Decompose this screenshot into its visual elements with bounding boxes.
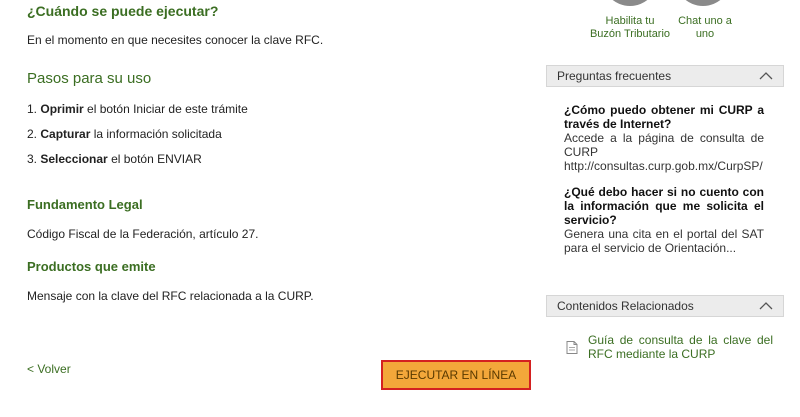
step-item: 2. Capturar la información solicitada	[27, 127, 248, 152]
chat-label-line2: uno	[695, 28, 715, 40]
related-link[interactable]: Guía de consulta de la clave del RFC med…	[588, 333, 773, 361]
chat-link[interactable]: Chat uno a uno	[660, 15, 750, 41]
related-panel-header[interactable]: Contenidos Relacionados	[546, 295, 784, 317]
document-icon	[566, 341, 578, 354]
step-action: Oprimir	[40, 102, 84, 116]
when-title: ¿Cuándo se puede ejecutar?	[27, 3, 219, 19]
faq-panel-header[interactable]: Preguntas frecuentes	[546, 65, 784, 87]
faq-question[interactable]: ¿Cómo puedo obtener mi CURP a través de …	[564, 103, 764, 131]
step-number: 1.	[27, 102, 38, 116]
back-link[interactable]: < Volver	[27, 362, 71, 376]
faq-question[interactable]: ¿Qué debo hacer si no cuento con la info…	[564, 185, 764, 227]
step-text: el botón Iniciar de este trámite	[83, 102, 248, 116]
step-item: 3. Seleccionar el botón ENVIAR	[27, 152, 248, 177]
legal-text: Código Fiscal de la Federación, artículo…	[27, 227, 259, 241]
faq-answer: Genera una cita en el portal del SAT par…	[564, 227, 764, 255]
steps-title: Pasos para su uso	[27, 70, 152, 87]
step-number: 3.	[27, 152, 38, 166]
when-text: En el momento en que necesites conocer l…	[27, 33, 324, 47]
products-text: Mensaje con la clave del RFC relacionada…	[27, 289, 314, 303]
step-text: el botón ENVIAR	[107, 152, 202, 166]
chat-label-line1: Chat uno a	[678, 15, 732, 27]
legal-title: Fundamento Legal	[27, 197, 143, 212]
related-panel-title: Contenidos Relacionados	[557, 299, 694, 313]
faq-panel-title: Preguntas frecuentes	[557, 69, 672, 83]
step-item: 1. Oprimir el botón Iniciar de este trám…	[27, 102, 248, 127]
faq-item[interactable]: ¿Qué debo hacer si no cuento con la info…	[564, 185, 764, 255]
faq-item[interactable]: ¿Cómo puedo obtener mi CURP a través de …	[564, 103, 764, 173]
chevron-up-icon[interactable]	[759, 301, 773, 311]
step-action: Capturar	[40, 127, 91, 141]
step-action: Seleccionar	[40, 152, 108, 166]
execute-online-button[interactable]: EJECUTAR EN LÍNEA	[381, 360, 531, 390]
products-title: Productos que emite	[27, 259, 156, 274]
faq-answer: Accede a la página de consulta de CURP h…	[564, 131, 764, 173]
step-number: 2.	[27, 127, 38, 141]
step-text: la información solicitada	[90, 127, 222, 141]
related-item[interactable]: Guía de consulta de la clave del RFC med…	[566, 333, 781, 361]
mailbox-icon[interactable]	[602, 0, 658, 6]
chat-icon[interactable]	[675, 0, 731, 6]
chevron-up-icon[interactable]	[759, 71, 773, 81]
steps-list: 1. Oprimir el botón Iniciar de este trám…	[27, 102, 248, 177]
